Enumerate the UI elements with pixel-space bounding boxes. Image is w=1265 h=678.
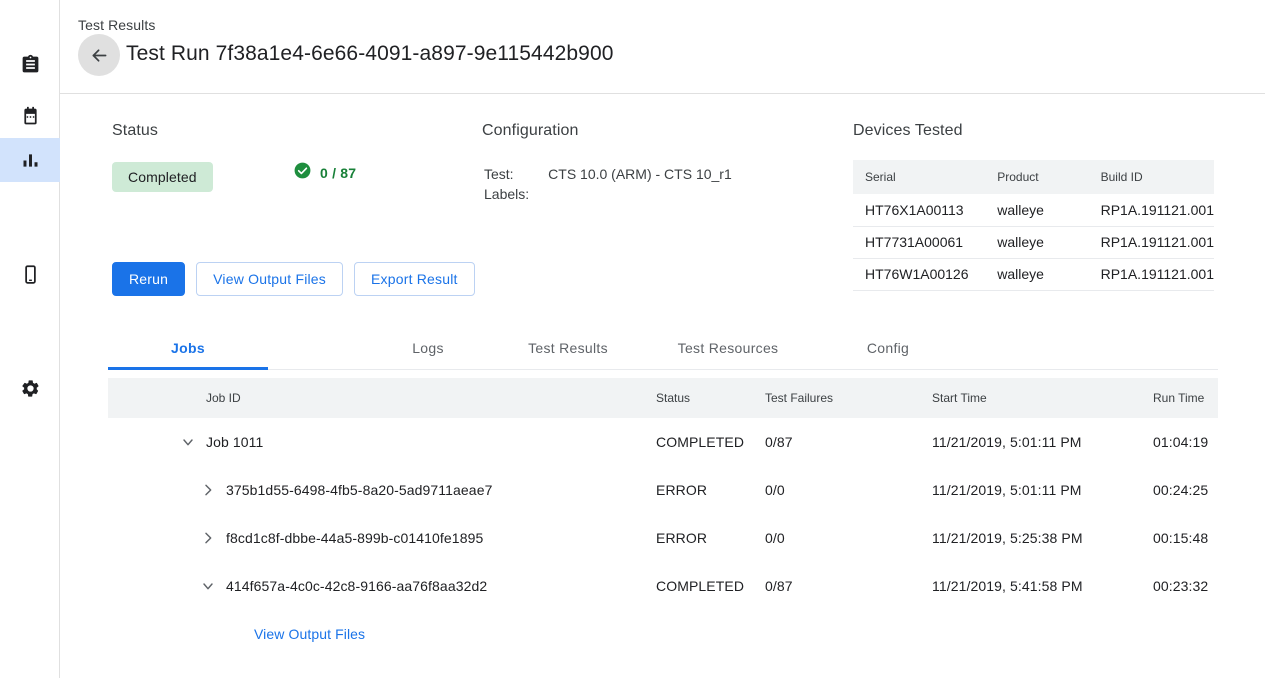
sidebar-item-schedule[interactable] [0,94,60,138]
tab-logs[interactable]: Logs [348,328,508,368]
devices-col-product: Product [985,160,1088,194]
export-result-button[interactable]: Export Result [354,262,475,296]
table-row[interactable]: Job 1011 COMPLETED 0/87 11/21/2019, 5:01… [108,418,1218,466]
device-build-id: RP1A.191121.001 [1089,194,1214,226]
config-value: CTS 10.0 (ARM) - CTS 10_r1 [548,164,732,184]
job-id: 375b1d55-6498-4fb5-8a20-5ad9711aeae7 [226,482,492,498]
left-nav-rail [0,0,60,678]
devices-table-header-row: Serial Product Build ID [853,160,1214,194]
tab-config[interactable]: Config [808,328,968,368]
config-key: Labels: [484,184,548,204]
header-divider [60,93,1265,94]
status-badge: Completed [112,162,213,192]
job-status: ERROR [656,530,707,546]
devices-col-build-id: Build ID [1089,160,1214,194]
table-row[interactable]: 414f657a-4c0c-42c8-9166-aa76f8aa32d2 COM… [108,562,1218,610]
job-start-time: 11/21/2019, 5:01:11 PM [932,482,1082,498]
job-id: Job 1011 [206,434,263,450]
config-row: Test: CTS 10.0 (ARM) - CTS 10_r1 [484,164,732,184]
device-serial: HT7731A00061 [853,226,985,258]
job-status: COMPLETED [656,578,744,594]
jobs-table-body: Job 1011 COMPLETED 0/87 11/21/2019, 5:01… [108,418,1218,658]
job-failures: 0/87 [765,578,793,594]
job-start-time: 11/21/2019, 5:41:58 PM [932,578,1083,594]
config-value [548,184,732,204]
sidebar-item-settings[interactable] [0,366,60,410]
jobs-col-test-failures: Test Failures [765,378,833,418]
devices-table: Serial Product Build ID HT76X1A00113 wal… [853,160,1214,291]
pass-count: 0 / 87 [320,165,356,181]
device-serial: HT76X1A00113 [853,194,985,226]
jobs-table-header: Job ID Status Test Failures Start Time R… [108,378,1218,418]
chevron-down-icon[interactable] [178,432,198,452]
main-content: Test Results Test Run 7f38a1e4-6e66-4091… [60,0,1265,678]
job-failures: 0/87 [765,434,793,450]
jobs-col-job-id: Job ID [206,378,241,418]
bar-chart-icon [20,150,41,171]
jobs-col-status: Status [656,378,690,418]
job-start-time: 11/21/2019, 5:25:38 PM [932,530,1083,546]
tab-test-resources[interactable]: Test Resources [648,328,808,368]
table-row: HT7731A00061 walleye RP1A.191121.001 [853,226,1214,258]
view-output-files-button[interactable]: View Output Files [196,262,343,296]
device-serial: HT76W1A00126 [853,258,985,290]
status-section-title: Status [112,122,158,140]
job-failures: 0/0 [765,482,785,498]
job-run-time: 00:24:25 [1153,482,1208,498]
chevron-right-icon[interactable] [198,480,218,500]
job-failures: 0/0 [765,530,785,546]
sidebar-item-test-results[interactable] [0,138,60,182]
gear-icon [20,378,41,399]
job-run-time: 00:23:32 [1153,578,1208,594]
breadcrumb: Test Results [78,17,155,33]
jobs-col-start-time: Start Time [932,378,987,418]
configuration-section-title: Configuration [482,122,578,140]
jobs-col-run-time: Run Time [1153,378,1204,418]
tab-bar-divider [108,369,1218,370]
device-product: walleye [985,226,1088,258]
sidebar-item-test-plans[interactable] [0,42,60,86]
arrow-left-icon [89,45,110,66]
device-build-id: RP1A.191121.001 [1089,226,1214,258]
table-row: HT76W1A00126 walleye RP1A.191121.001 [853,258,1214,290]
app-root: Test Results Test Run 7f38a1e4-6e66-4091… [0,0,1265,678]
pass-summary: 0 / 87 [293,161,356,185]
job-status: ERROR [656,482,707,498]
device-icon [20,264,41,285]
rerun-button[interactable]: Rerun [112,262,185,296]
job-run-time: 00:15:48 [1153,530,1208,546]
devices-col-serial: Serial [853,160,985,194]
table-row[interactable]: f8cd1c8f-dbbe-44a5-899b-c01410fe1895 ERR… [108,514,1218,562]
page-header: Test Results Test Run 7f38a1e4-6e66-4091… [60,0,1265,93]
tab-jobs[interactable]: Jobs [108,328,268,368]
page-title: Test Run 7f38a1e4-6e66-4091-a897-9e11544… [126,42,614,66]
table-row: HT76X1A00113 walleye RP1A.191121.001 [853,194,1214,226]
job-run-time: 01:04:19 [1153,434,1208,450]
job-id: 414f657a-4c0c-42c8-9166-aa76f8aa32d2 [226,578,487,594]
config-row: Labels: [484,184,732,204]
configuration-list: Test: CTS 10.0 (ARM) - CTS 10_r1 Labels: [484,164,732,204]
back-button[interactable] [78,34,120,76]
device-product: walleye [985,258,1088,290]
job-status: COMPLETED [656,434,744,450]
tab-test-results[interactable]: Test Results [488,328,648,368]
clipboard-icon [20,54,41,75]
calendar-icon [20,106,41,127]
job-detail-row: View Output Files [108,610,1218,658]
chevron-right-icon[interactable] [198,528,218,548]
check-circle-icon [293,161,312,185]
sidebar-item-devices[interactable] [0,252,60,296]
job-id: f8cd1c8f-dbbe-44a5-899b-c01410fe1895 [226,530,483,546]
tab-bar: Jobs Logs Test Results Test Resources Co… [108,328,1218,368]
config-key: Test: [484,164,548,184]
device-build-id: RP1A.191121.001 [1089,258,1214,290]
action-buttons: Rerun View Output Files Export Result [112,262,475,296]
active-tab-indicator [108,367,268,370]
chevron-down-icon[interactable] [198,576,218,596]
job-view-output-files-link[interactable]: View Output Files [254,626,365,642]
job-start-time: 11/21/2019, 5:01:11 PM [932,434,1082,450]
devices-section-title: Devices Tested [853,122,963,140]
device-product: walleye [985,194,1088,226]
table-row[interactable]: 375b1d55-6498-4fb5-8a20-5ad9711aeae7 ERR… [108,466,1218,514]
